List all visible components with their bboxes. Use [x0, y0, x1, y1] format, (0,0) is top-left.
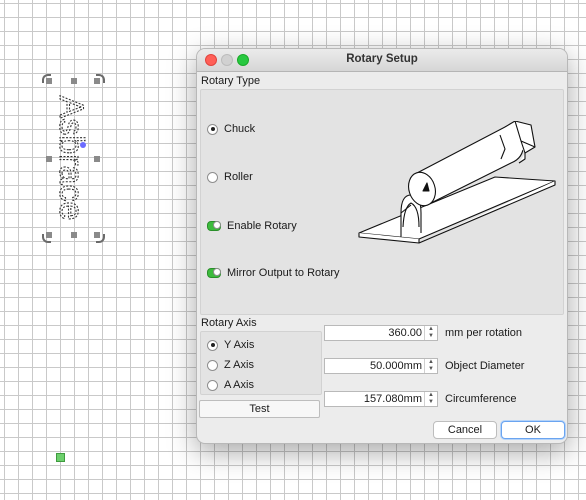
cancel-button[interactable]: Cancel: [433, 421, 497, 439]
radio-a-axis-indicator[interactable]: [207, 379, 218, 391]
stepper-down-icon[interactable]: ▼: [425, 333, 437, 340]
mm-per-rotation-value: 360.00: [388, 327, 422, 339]
stepper-down-icon[interactable]: ▼: [425, 366, 437, 373]
rotary-setup-dialog: Rotary Setup Rotary Type Chuck Roller En…: [196, 48, 568, 444]
stepper-up-icon[interactable]: ▲: [425, 359, 437, 366]
rotary-axis-label: Rotary Axis: [201, 317, 257, 329]
radio-y-axis-label: Y Axis: [224, 339, 255, 351]
radio-chuck-indicator[interactable]: [207, 123, 218, 135]
toggle-mirror-output[interactable]: Mirror Output to Rotary: [207, 267, 339, 279]
object-diameter-field[interactable]: 50.000mm ▲ ▼: [324, 358, 438, 374]
toggle-mirror-output-label: Mirror Output to Rotary: [227, 267, 340, 279]
dialog-title: Rotary Setup: [346, 53, 418, 65]
stepper-down-icon[interactable]: ▼: [425, 399, 437, 406]
mm-per-rotation-stepper[interactable]: ▲ ▼: [424, 326, 437, 340]
radio-a-axis-label: A Axis: [224, 379, 254, 391]
object-diameter-value: 50.000mm: [370, 360, 422, 372]
stepper-up-icon[interactable]: ▲: [425, 392, 437, 399]
text-object-outline: Asbrace: [51, 95, 90, 221]
title-bar[interactable]: Rotary Setup: [197, 49, 567, 72]
radio-z-axis-label: Z Axis: [224, 359, 254, 371]
mm-per-rotation-field[interactable]: 360.00 ▲ ▼: [324, 325, 438, 341]
rotary-type-label: Rotary Type: [201, 75, 261, 87]
circumference-field[interactable]: 157.080mm ▲ ▼: [324, 391, 438, 407]
radio-roller[interactable]: Roller: [207, 171, 253, 183]
radio-y-axis-indicator[interactable]: [207, 339, 218, 351]
radio-z-axis[interactable]: Z Axis: [207, 359, 254, 371]
toggle-enable-rotary[interactable]: Enable Rotary: [207, 220, 297, 232]
object-diameter-stepper[interactable]: ▲ ▼: [424, 359, 437, 373]
stepper-up-icon[interactable]: ▲: [425, 326, 437, 333]
radio-y-axis[interactable]: Y Axis: [207, 339, 254, 351]
ok-button[interactable]: OK: [501, 421, 565, 439]
text-object-selection[interactable]: Asbrace: [40, 70, 108, 244]
circumference-value: 157.080mm: [363, 393, 422, 405]
toggle-enable-rotary-switch[interactable]: [207, 221, 221, 231]
mm-per-rotation-label: mm per rotation: [445, 327, 523, 339]
radio-chuck[interactable]: Chuck: [207, 123, 255, 135]
circumference-label: Circumference: [445, 393, 517, 405]
radio-z-axis-indicator[interactable]: [207, 359, 218, 371]
toggle-enable-rotary-label: Enable Rotary: [227, 220, 297, 232]
circumference-stepper[interactable]: ▲ ▼: [424, 392, 437, 406]
toggle-mirror-output-switch[interactable]: [207, 268, 221, 278]
radio-chuck-label: Chuck: [224, 123, 256, 135]
radio-a-axis[interactable]: A Axis: [207, 379, 254, 391]
radio-roller-indicator[interactable]: [207, 171, 218, 183]
object-diameter-label: Object Diameter: [445, 360, 525, 372]
origin-marker: [56, 453, 65, 462]
chuck-rotary-illustration: [358, 121, 556, 244]
radio-roller-label: Roller: [224, 171, 253, 183]
text-object-label: Asbrace: [52, 96, 90, 221]
test-button[interactable]: Test: [199, 400, 320, 418]
